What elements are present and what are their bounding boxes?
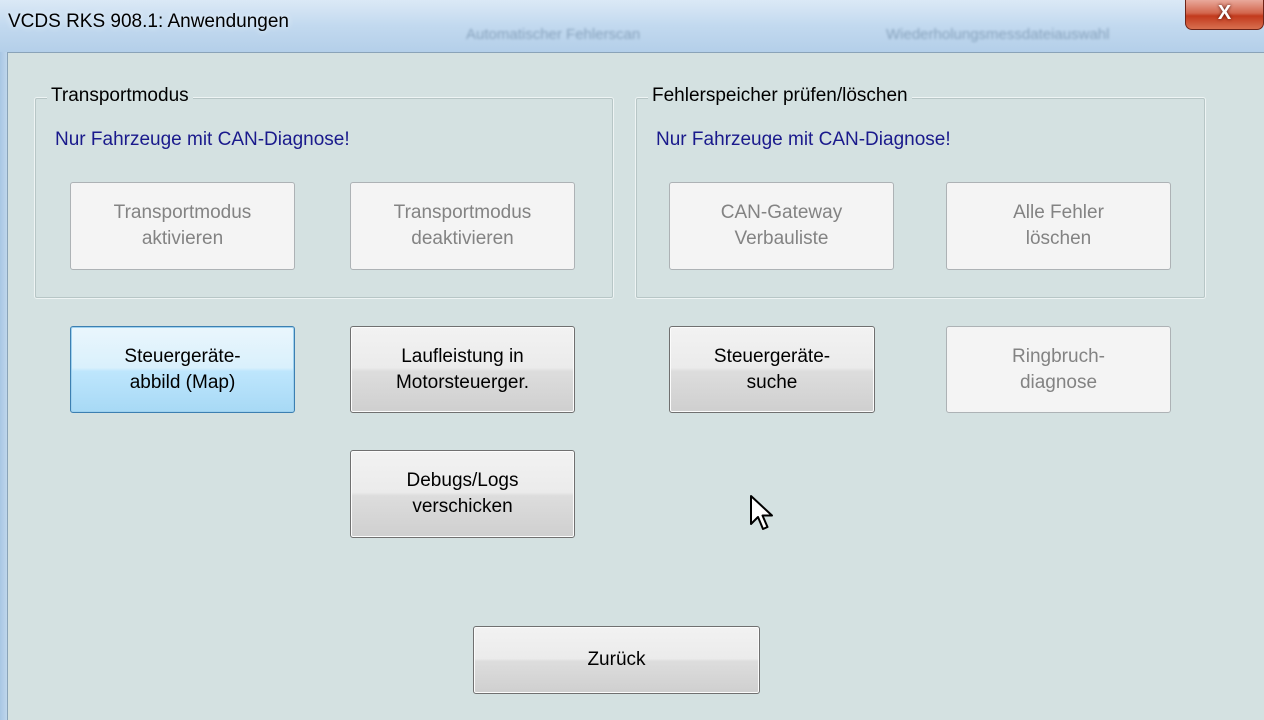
transportmodus-aktivieren-button[interactable]: Transportmodus aktivieren: [70, 182, 295, 270]
button-label-line2: deaktivieren: [411, 228, 514, 249]
mouse-pointer-icon: [750, 495, 773, 530]
background-window-title-1: Automatischer Fehlerscan: [466, 26, 641, 43]
button-label-line1: Transportmodus: [393, 202, 532, 223]
button-label-line2: verschicken: [412, 496, 513, 517]
button-label-line2: suche: [746, 371, 798, 393]
button-label-line2: Motorsteuerger.: [395, 371, 530, 393]
button-label-line1: Ringbruch-: [1012, 345, 1105, 367]
steuergeraeteabbild-map-button[interactable]: Steuergeräte- abbild (Map): [70, 326, 295, 413]
fehlerspeicher-group-label: Fehlerspeicher prüfen/löschen: [648, 85, 912, 107]
fehlerspeicher-can-note: Nur Fahrzeuge mit CAN-Diagnose!: [656, 129, 951, 150]
button-label-line1: CAN-Gateway: [720, 202, 843, 223]
button-label-line2: aktivieren: [141, 228, 224, 249]
button-label-line2: löschen: [1025, 228, 1092, 249]
button-label-line1: Steuergeräte-: [713, 345, 831, 367]
zurueck-button[interactable]: Zurück: [473, 626, 760, 694]
title-bar[interactable]: Automatischer Fehlerscan Wiederholungsme…: [0, 0, 1264, 52]
button-label-line1: Laufleistung in: [401, 345, 524, 367]
button-label-line1: Steuergeräte-: [124, 345, 241, 367]
button-label-line1: Alle Fehler: [1013, 202, 1104, 223]
transportmodus-can-note: Nur Fahrzeuge mit CAN-Diagnose!: [55, 129, 350, 150]
close-button[interactable]: X: [1185, 0, 1264, 30]
button-label-line1: Debugs/Logs: [406, 470, 519, 491]
window-title: VCDS RKS 908.1: Anwendungen: [8, 11, 289, 32]
button-label-line2: diagnose: [1019, 371, 1098, 393]
alle-fehler-loeschen-button[interactable]: Alle Fehler löschen: [946, 182, 1171, 270]
zurueck-button-label: Zurück: [587, 649, 646, 670]
transportmodus-deaktivieren-button[interactable]: Transportmodus deaktivieren: [350, 182, 575, 270]
dialog-window: Automatischer Fehlerscan Wiederholungsme…: [0, 0, 1264, 720]
laufleistung-motorsteuergeraet-button[interactable]: Laufleistung in Motorsteuerger.: [350, 326, 575, 413]
debugs-logs-verschicken-button[interactable]: Debugs/Logs verschicken: [350, 450, 575, 538]
transportmodus-group-label: Transportmodus: [47, 85, 193, 107]
button-label-line2: abbild (Map): [129, 371, 236, 393]
close-icon: X: [1217, 2, 1232, 24]
button-label-line1: Transportmodus: [113, 202, 252, 223]
ringbruchdiagnose-button[interactable]: Ringbruch- diagnose: [946, 326, 1171, 413]
window-frame-left: [0, 52, 7, 720]
button-label-line2: Verbauliste: [734, 228, 829, 249]
background-window-title-2: Wiederholungsmessdateiauswahl: [886, 26, 1110, 43]
can-gateway-verbauliste-button[interactable]: CAN-Gateway Verbauliste: [669, 182, 894, 270]
steuergeraetesuche-button[interactable]: Steuergeräte- suche: [669, 326, 875, 413]
